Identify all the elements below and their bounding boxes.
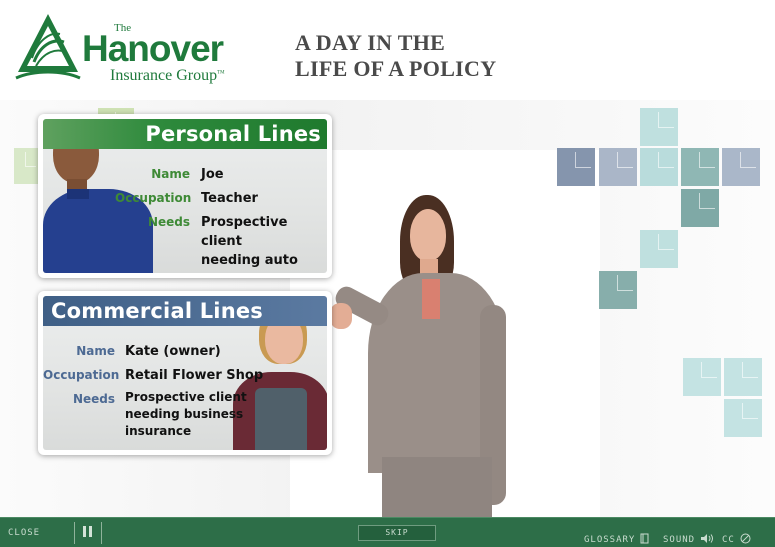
decor-square xyxy=(724,399,762,437)
decor-square xyxy=(599,148,637,186)
decor-square xyxy=(599,271,637,309)
hanover-logo: The Hanover Insurance GroupTM xyxy=(14,12,264,84)
decor-square xyxy=(640,148,678,186)
decor-square xyxy=(681,148,719,186)
glossary-book-icon xyxy=(640,533,649,544)
joe-occupation-value: Teacher xyxy=(201,191,258,206)
kate-occupation-value: Retail Flower Shop xyxy=(125,368,264,383)
kate-needs-value: Prospective client needing business insu… xyxy=(125,389,247,440)
cc-label: CC xyxy=(722,535,735,545)
skip-button[interactable]: SKIP xyxy=(358,525,436,541)
decor-square xyxy=(640,230,678,268)
logo-tm-mark: TM xyxy=(217,70,225,76)
pause-button[interactable] xyxy=(82,526,94,538)
glossary-button[interactable]: GLOSSARY xyxy=(584,527,650,546)
pause-icon xyxy=(83,526,86,537)
decor-square xyxy=(722,148,760,186)
speaker-icon xyxy=(701,534,714,543)
kate-occupation-label: Occupation xyxy=(43,368,120,382)
decor-square xyxy=(681,189,719,227)
joe-needs-line: needing auto xyxy=(201,253,298,268)
decor-square xyxy=(724,358,762,396)
personal-lines-card: Personal Lines Name Joe Occupation Teach… xyxy=(38,114,332,278)
cc-off-icon xyxy=(740,533,751,544)
personal-lines-title: Personal Lines xyxy=(43,119,327,149)
joe-name-value: Joe xyxy=(201,167,224,182)
kate-needs-line: insurance xyxy=(125,424,192,438)
kate-name-label: Name xyxy=(76,344,115,358)
logo-name-text: Hanover xyxy=(82,28,224,69)
bar-divider xyxy=(101,522,102,544)
presenter-video xyxy=(330,195,520,517)
cc-button[interactable]: CC xyxy=(722,527,751,546)
hanover-logo-icon xyxy=(15,14,81,80)
close-button[interactable]: CLOSE xyxy=(8,528,40,538)
kate-name-value: Kate (owner) xyxy=(125,344,221,359)
bar-divider xyxy=(74,522,75,544)
commercial-lines-card: Commercial Lines Name Kate (owner) Occup… xyxy=(38,291,332,455)
joe-name-label: Name xyxy=(151,167,190,181)
personal-lines-card-body: Personal Lines Name Joe Occupation Teach… xyxy=(43,119,327,273)
joe-occupation-label: Occupation xyxy=(115,191,192,205)
glossary-label: GLOSSARY xyxy=(584,535,636,545)
decor-square xyxy=(683,358,721,396)
page-title-line1: A DAY IN THE xyxy=(295,30,446,55)
decor-square xyxy=(557,148,595,186)
kate-needs-line: needing business xyxy=(125,407,244,421)
decor-square xyxy=(14,148,40,184)
pause-icon xyxy=(89,526,92,537)
sound-label: SOUND xyxy=(663,535,696,545)
joe-needs-value: Prospective client needing auto insuranc… xyxy=(201,213,327,273)
joe-needs-line: Prospective client xyxy=(201,215,288,249)
kate-needs-label: Needs xyxy=(72,392,115,406)
player-control-bar: CLOSE SKIP GLOSSARY SOUND CC xyxy=(0,517,775,547)
page-title: A DAY IN THE LIFE OF A POLICY xyxy=(295,30,496,82)
commercial-lines-card-body: Commercial Lines Name Kate (owner) Occup… xyxy=(43,296,327,450)
joe-needs-line: insurance xyxy=(201,270,327,273)
sound-button[interactable]: SOUND xyxy=(663,527,714,546)
presenter-face xyxy=(410,209,446,261)
page-title-line2: LIFE OF A POLICY xyxy=(295,56,497,81)
commercial-lines-title: Commercial Lines xyxy=(43,296,327,326)
logo-sub-text: Insurance GroupTM xyxy=(110,67,225,84)
kate-needs-line: Prospective client xyxy=(125,390,247,404)
decor-square xyxy=(640,108,678,146)
joe-needs-label: Needs xyxy=(147,215,190,229)
